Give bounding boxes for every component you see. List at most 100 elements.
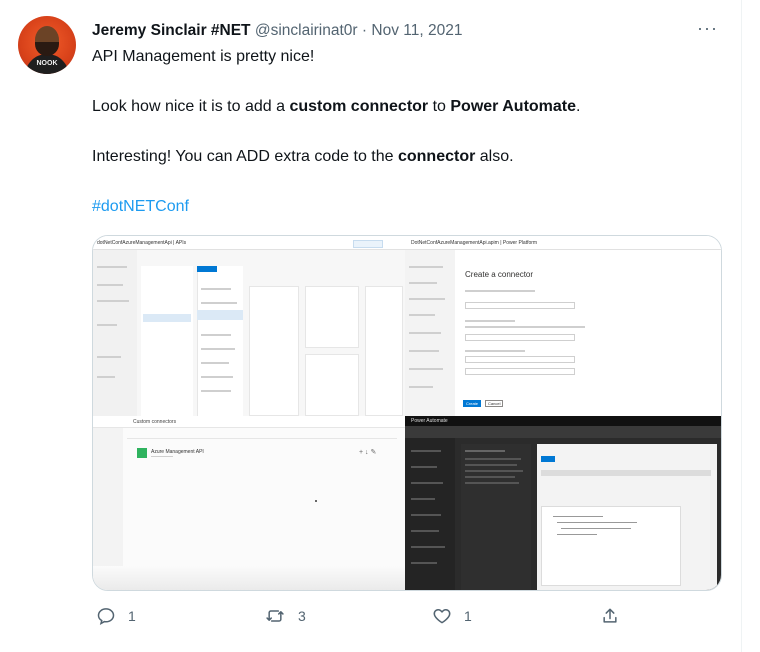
- pp-field-input: [465, 334, 575, 341]
- pp-nav-line: [409, 282, 437, 284]
- apim-op-line: [201, 390, 231, 392]
- pa-nav-line: [411, 498, 435, 500]
- share-button[interactable]: [600, 606, 620, 626]
- tweet-line-3-b: connector: [397, 148, 476, 165]
- apim-api-list: [141, 266, 193, 416]
- apim-selected-api: [143, 314, 191, 322]
- pa-info-panel: [461, 444, 531, 590]
- pa-topbar: [405, 416, 721, 426]
- tweet-line-2-c: to: [428, 98, 451, 115]
- like-button[interactable]: 1: [432, 606, 472, 626]
- cc-header-rule: [127, 438, 397, 439]
- pp-nav-line: [409, 298, 445, 300]
- pp-nav-line: [409, 350, 439, 352]
- apim-op-line: [201, 376, 233, 378]
- cc-item-name: Azure Management API: [151, 449, 204, 455]
- reply-icon: [97, 608, 115, 626]
- media-image-apim[interactable]: dotNetConfAzureManagementApi | APIs: [93, 236, 405, 416]
- pa-title: Power Automate: [411, 418, 448, 424]
- tweet-date[interactable]: Nov 11, 2021: [371, 22, 462, 39]
- reply-button[interactable]: 1: [96, 606, 136, 626]
- pa-code-line: [557, 522, 637, 523]
- retweet-button[interactable]: 3: [264, 606, 306, 626]
- tweet-line-3-c: also.: [475, 148, 514, 165]
- pa-code-line: [553, 516, 603, 517]
- more-options-icon[interactable]: ···: [697, 18, 718, 39]
- cc-row-actions-icon: + ↓ ✎: [359, 449, 377, 456]
- pp-field-label: [465, 290, 535, 292]
- apim-outbound-panel: [365, 286, 403, 416]
- pp-field-help: [465, 326, 585, 328]
- like-count: 1: [464, 608, 472, 624]
- pa-command-bar: [405, 426, 721, 438]
- apim-sidebar: [93, 250, 137, 416]
- pp-title: DotNetConfAzureManagementApi.apim | Powe…: [411, 240, 538, 246]
- apim-title: dotNetConfAzureManagementApi | APIs: [97, 240, 187, 246]
- apim-backend-panel: [305, 354, 359, 416]
- apim-op-line: [201, 288, 231, 290]
- retweet-icon: [266, 610, 284, 622]
- media-grid[interactable]: dotNetConfAzureManagementApi | APIs DotN…: [92, 235, 722, 591]
- cc-title: Custom connectors: [133, 419, 177, 425]
- avatar[interactable]: NOOK: [18, 16, 76, 74]
- pp-cancel-label: Cancel: [488, 401, 501, 406]
- pa-info-line: [465, 470, 523, 472]
- apim-nav-line: [97, 324, 117, 326]
- pp-field-label: [465, 350, 525, 352]
- tweet-action-bar: 1 3 1: [0, 606, 760, 636]
- connector-logo-icon: [137, 448, 147, 458]
- heart-icon: [433, 609, 451, 624]
- apim-frontend-panel: [249, 286, 299, 416]
- tweet-line-2: Look how nice it is to add a custom conn…: [92, 98, 580, 116]
- apim-nav-line: [97, 266, 127, 268]
- pa-nav-line: [411, 450, 441, 452]
- avatar-shirt-text: NOOK: [36, 60, 58, 67]
- cc-bottom-fade: [93, 566, 405, 590]
- media-image-custom-connectors[interactable]: Custom connectors Azure Management API +…: [93, 416, 405, 590]
- pa-info-line: [465, 450, 505, 452]
- pa-info-line: [465, 464, 517, 466]
- pp-nav-line: [409, 314, 435, 316]
- pa-nav-line: [411, 546, 445, 548]
- pp-field-input: [465, 356, 575, 363]
- hashtag-link[interactable]: #dotNETConf: [92, 198, 189, 216]
- reply-count: 1: [128, 608, 136, 624]
- apim-nav-line: [97, 284, 123, 286]
- author-handle[interactable]: @sinclairinat0r: [255, 22, 358, 39]
- apim-op-line: [201, 302, 237, 304]
- pa-info-line: [465, 482, 519, 484]
- pp-field-label: [465, 320, 515, 322]
- tweet-line-3: Interesting! You can ADD extra code to t…: [92, 148, 514, 166]
- header-separator: ·: [361, 22, 368, 39]
- cc-item-sub: [151, 456, 173, 457]
- tweet-line-1: API Management is pretty nice!: [92, 48, 315, 65]
- apim-op-line: [201, 348, 235, 350]
- media-image-create-connector[interactable]: DotNetConfAzureManagementApi.apim | Powe…: [405, 236, 721, 416]
- tweet-line-2-a: Look how nice it is to add a: [92, 98, 290, 115]
- pp-field-input: [465, 302, 575, 309]
- pa-nav-line: [411, 530, 439, 532]
- apim-tab-active: [197, 266, 217, 272]
- pa-info-line: [465, 458, 521, 460]
- apim-inbound-panel: [305, 286, 359, 348]
- pp-nav-line: [409, 266, 443, 268]
- pp-nav-line: [409, 386, 433, 388]
- pa-toggle: [541, 456, 555, 462]
- apim-notification: [353, 240, 383, 248]
- apim-nav-line: [97, 356, 121, 358]
- pa-nav-line: [411, 514, 441, 516]
- pa-info-line: [465, 476, 515, 478]
- tweet-line-3-a: Interesting! You can ADD extra code to t…: [92, 148, 398, 165]
- apim-nav-line: [97, 300, 129, 302]
- author-name[interactable]: Jeremy Sinclair #NET: [92, 22, 251, 39]
- pa-nav-line: [411, 466, 437, 468]
- pa-code-editor: [541, 506, 681, 586]
- media-image-power-automate[interactable]: Power Automate: [405, 416, 721, 590]
- retweet-count: 3: [298, 608, 306, 624]
- pp-nav-line: [409, 368, 443, 370]
- apim-nav-line: [97, 376, 115, 378]
- pa-code-header: [541, 470, 711, 476]
- tweet-line-2-b: custom connector: [289, 98, 429, 115]
- column-divider: [741, 0, 742, 652]
- avatar-beard: [35, 42, 59, 56]
